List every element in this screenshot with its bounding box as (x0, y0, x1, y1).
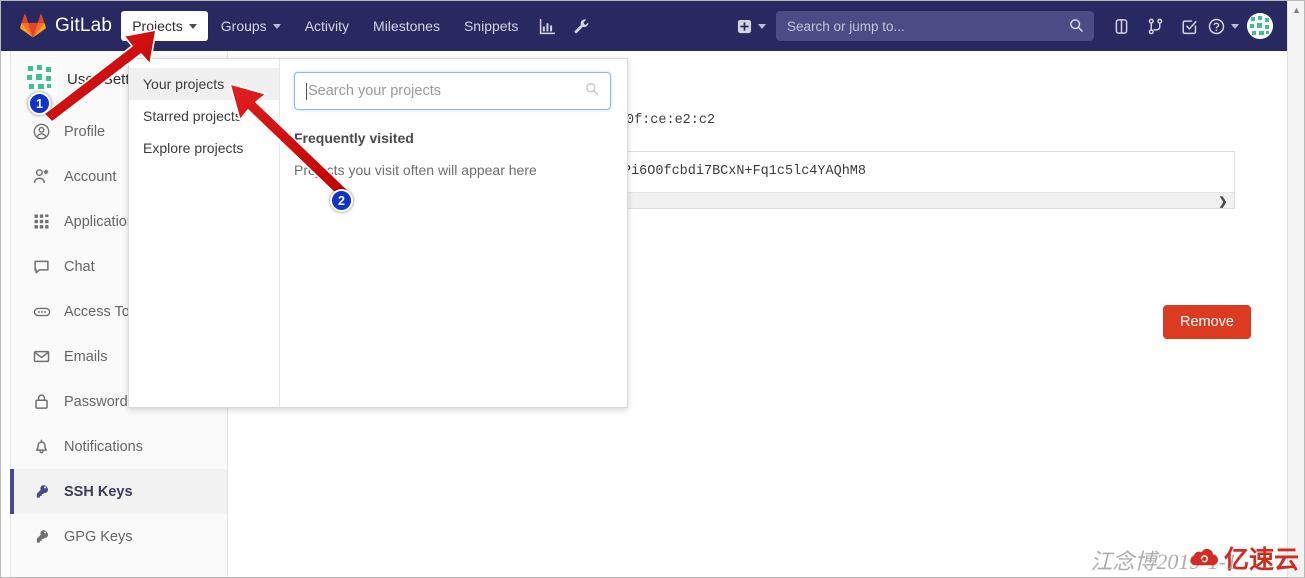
issues-icon[interactable] (1104, 9, 1138, 43)
chevron-right-icon[interactable]: ❯ (1216, 194, 1230, 208)
gitlab-brand[interactable]: GitLab (20, 1, 112, 51)
sidebar-item-ssh-keys[interactable]: SSH Keys (10, 469, 227, 514)
search-icon (1069, 18, 1084, 38)
nav-item-groups[interactable]: Groups (210, 11, 292, 41)
nav-item-groups-label: Groups (220, 18, 267, 34)
dropdown-option-label: Your projects (143, 76, 225, 92)
sidebar-item-label: Notifications (64, 438, 143, 455)
primary-nav: Projects Groups Activity Milestones Snip… (120, 1, 598, 51)
chevron-down-icon (1230, 23, 1239, 29)
dropdown-option-label: Explore projects (143, 140, 244, 156)
dropdown-option-explore-projects[interactable]: Explore projects (129, 132, 279, 164)
help-question-icon[interactable] (1206, 9, 1240, 43)
new-item-button[interactable] (733, 19, 770, 34)
chat-bubble-icon (32, 257, 51, 276)
page-vertical-scrollbar[interactable]: ▲ (1287, 1, 1304, 577)
plus-square-icon (737, 19, 752, 33)
gitlab-tanuki-icon (20, 13, 46, 39)
dropdown-option-label: Starred projects (143, 108, 242, 124)
project-search-input[interactable]: Search your projects (294, 72, 611, 110)
search-input[interactable]: Search or jump to... (776, 11, 1094, 41)
sidebar-item-label: Chat (64, 258, 95, 275)
chevron-down-icon (272, 23, 281, 29)
lock-icon (32, 392, 51, 411)
todos-icon[interactable] (1172, 9, 1206, 43)
merge-requests-icon[interactable] (1138, 9, 1172, 43)
grid-apps-icon (32, 212, 51, 231)
sidebar-item-label: GPG Keys (64, 528, 133, 545)
sidebar-item-label: SSH Keys (64, 483, 133, 500)
token-pill-icon (32, 302, 51, 321)
sidebar-item-label: Account (64, 168, 117, 185)
remove-button[interactable]: Remove (1163, 305, 1251, 339)
key-icon (32, 527, 51, 546)
chevron-up-icon[interactable]: ▲ (1288, 1, 1305, 18)
sidebar-item-label: Emails (64, 348, 108, 365)
nav-item-milestones[interactable]: Milestones (362, 11, 451, 41)
navbar-right: Search or jump to... (733, 1, 1287, 51)
envelope-icon (32, 347, 51, 366)
key-icon (32, 482, 51, 501)
nav-item-snippets-label: Snippets (463, 18, 519, 34)
nav-item-milestones-label: Milestones (373, 18, 440, 34)
top-navbar: GitLab Projects Groups Activity Mileston… (1, 1, 1287, 51)
sidebar-item-gpg-keys[interactable]: GPG Keys (11, 514, 227, 559)
chevron-down-icon (758, 23, 766, 29)
user-gear-icon (32, 167, 51, 186)
dropdown-option-your-projects[interactable]: Your projects (129, 68, 279, 100)
chevron-down-icon (188, 23, 197, 29)
brand-name: GitLab (55, 15, 113, 36)
text-cursor (306, 82, 307, 100)
sidebar-item-label: Password (64, 393, 128, 410)
dropdown-option-starred-projects[interactable]: Starred projects (129, 100, 279, 132)
projects-dropdown-panel: Search your projects Frequently visited … (280, 59, 627, 407)
annotation-badge-1: 1 (28, 92, 51, 115)
avatar[interactable] (1247, 13, 1273, 39)
sidebar-item-label: Profile (64, 123, 106, 140)
nav-item-projects[interactable]: Projects (121, 11, 208, 41)
projects-dropdown-options: Your projects Starred projects Explore p… (129, 59, 280, 407)
user-circle-icon (32, 122, 51, 141)
sidebar-item-notifications[interactable]: Notifications (11, 424, 227, 469)
app-root: GitLab Projects Groups Activity Mileston… (0, 0, 1305, 578)
bell-icon (32, 437, 51, 456)
project-search-placeholder: Search your projects (308, 83, 441, 99)
annotation-badge-2: 2 (330, 189, 353, 212)
nav-item-activity[interactable]: Activity (294, 11, 360, 41)
wrench-admin-icon[interactable] (564, 9, 598, 43)
projects-dropdown: Your projects Starred projects Explore p… (128, 58, 628, 408)
analytics-icon[interactable] (530, 9, 564, 43)
search-icon (585, 82, 599, 101)
nav-item-snippets[interactable]: Snippets (453, 11, 529, 41)
search-placeholder: Search or jump to... (787, 18, 905, 34)
avatar (25, 63, 57, 95)
nav-item-activity-label: Activity (304, 18, 350, 34)
frequently-visited-empty-message: Projects you visit often will appear her… (294, 162, 537, 178)
nav-item-projects-label: Projects (132, 18, 183, 34)
frequently-visited-heading: Frequently visited (294, 130, 414, 146)
